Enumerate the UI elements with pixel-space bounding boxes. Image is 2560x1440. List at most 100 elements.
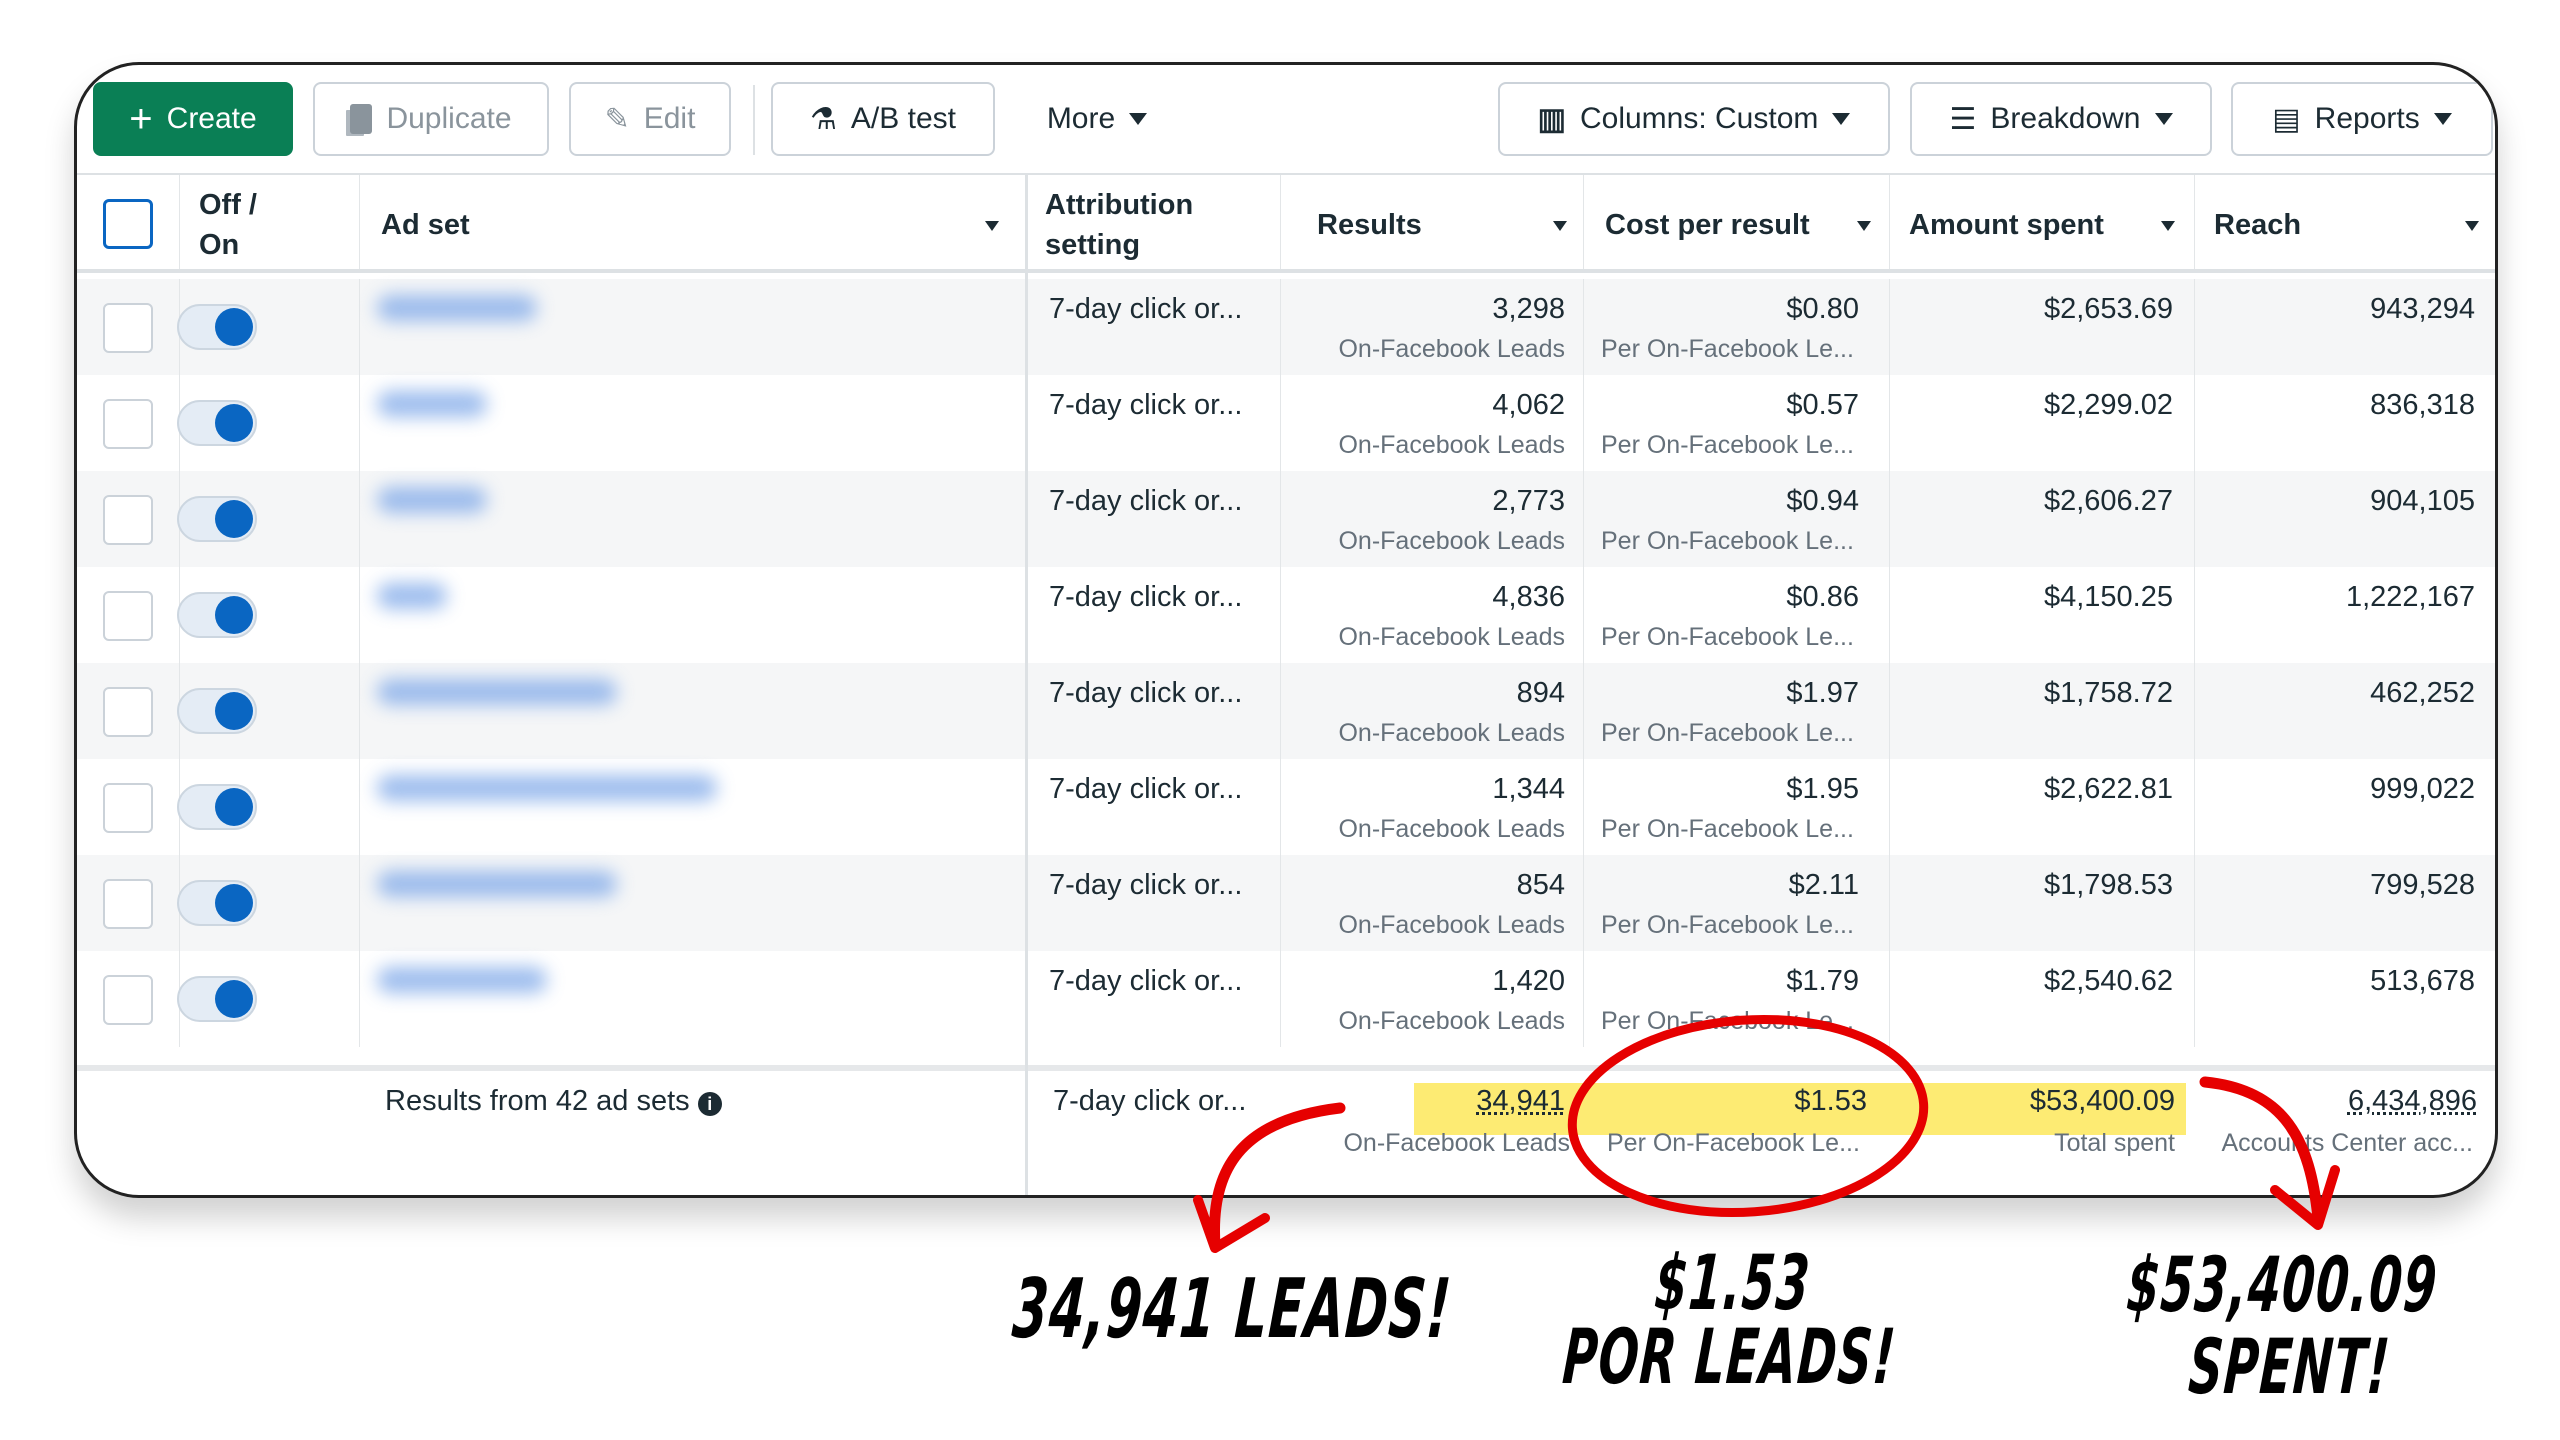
sort-caret-icon[interactable] [2161,221,2175,231]
row-toggle[interactable] [177,688,257,734]
select-all-checkbox[interactable] [103,199,153,249]
row-checkbox[interactable] [103,783,153,833]
amount-cell: $2,606.27 [2043,485,2173,517]
table-row[interactable]: 7-day click or... 4,062 On-Facebook Lead… [77,375,2495,471]
reach-cell: 836,318 [2370,389,2475,421]
row-toggle[interactable] [177,880,257,926]
amount-cell: $2,299.02 [2043,389,2173,421]
row-checkbox[interactable] [103,495,153,545]
edit-button[interactable]: ✎ Edit [569,82,731,156]
sort-caret-icon[interactable] [1553,221,1567,231]
columns-icon: ▥ [1537,102,1566,136]
table-row[interactable]: 7-day click or... 1,344 On-Facebook Lead… [77,759,2495,855]
attribution-cell: 7-day click or... [1049,485,1243,517]
row-toggle[interactable] [177,976,257,1022]
ad-set-name-blurred[interactable] [377,871,617,897]
amount-cell: $1,798.53 [2043,869,2173,901]
results-sub: On-Facebook Leads [1338,911,1565,939]
header-reach[interactable]: Reach [2214,205,2301,245]
totals-reach[interactable]: 6,434,896 [2348,1085,2477,1118]
ad-set-name-blurred[interactable] [377,583,447,609]
annotation-cost-per: POR LEADS! [1560,1312,1899,1401]
results-sub: On-Facebook Leads [1338,1007,1565,1035]
reports-dropdown[interactable]: ▤ Reports [2231,82,2493,156]
duplicate-button[interactable]: Duplicate [313,82,549,156]
table-row[interactable]: 7-day click or... 1,420 On-Facebook Lead… [77,951,2495,1047]
more-dropdown[interactable]: More [1027,82,1167,156]
totals-amount: $53,400.09 [2029,1085,2175,1117]
results-cell: 894 [1516,677,1565,709]
row-checkbox[interactable] [103,879,153,929]
amount-cell: $1,758.72 [2043,677,2173,709]
sort-caret-icon[interactable] [1857,221,1871,231]
ab-test-button[interactable]: ⚗ A/B test [771,82,995,156]
reach-cell: 799,528 [2370,869,2475,901]
table-row[interactable]: 7-day click or... 854 On-Facebook Leads … [77,855,2495,951]
ad-set-name-blurred[interactable] [377,775,717,801]
info-icon[interactable]: i [697,1092,722,1116]
row-checkbox[interactable] [103,399,153,449]
table-row[interactable]: 7-day click or... 4,836 On-Facebook Lead… [77,567,2495,663]
ad-set-name-blurred[interactable] [377,967,547,993]
breakdown-dropdown[interactable]: ☰ Breakdown [1910,82,2212,156]
header-off-on[interactable]: Off / On [199,185,257,265]
ads-manager-table-card: + Create Duplicate ✎ Edit ⚗ A/B test More ▥… [74,62,2498,1198]
toolbar-divider [753,85,755,155]
header-attribution[interactable]: Attribution setting [1045,185,1193,265]
header-results[interactable]: Results [1317,205,1422,245]
ad-set-name-blurred[interactable] [377,295,537,321]
cost-sub: Per On-Facebook Le... [1601,623,1854,651]
flask-icon: ⚗ [810,102,837,136]
header-cost-per-result[interactable]: Cost per result [1605,205,1810,245]
row-toggle[interactable] [177,784,257,830]
cost-sub: Per On-Facebook Le... [1601,719,1854,747]
results-cell: 4,836 [1492,581,1565,613]
caret-down-icon [2433,113,2452,125]
results-cell: 2,773 [1492,485,1565,517]
row-checkbox[interactable] [103,591,153,641]
pencil-icon: ✎ [604,102,630,136]
cost-sub: Per On-Facebook Le... [1601,1007,1854,1035]
totals-cost: $1.53 [1794,1085,1867,1117]
ad-set-name-blurred[interactable] [377,487,487,513]
row-checkbox[interactable] [103,975,153,1025]
annotation-spent: $53,400.09 [2124,1240,2441,1329]
row-toggle[interactable] [177,592,257,638]
row-checkbox[interactable] [103,303,153,353]
totals-attribution: 7-day click or... [1053,1085,1247,1117]
cost-sub: Per On-Facebook Le... [1601,335,1854,363]
cost-sub: Per On-Facebook Le... [1601,431,1854,459]
cost-sub: Per On-Facebook Le... [1601,527,1854,555]
attribution-cell: 7-day click or... [1049,581,1243,613]
reach-cell: 1,222,167 [2345,581,2475,613]
cost-sub: Per On-Facebook Le... [1601,815,1854,843]
cost-sub: Per On-Facebook Le... [1601,911,1854,939]
row-toggle[interactable] [177,496,257,542]
ad-set-name-blurred[interactable] [377,679,617,705]
table-row[interactable]: 7-day click or... 3,298 On-Facebook Lead… [77,279,2495,375]
sort-caret-icon[interactable] [985,221,999,231]
row-toggle[interactable] [177,400,257,446]
totals-row: Results from 42 ad sets i 7-day click or… [77,1065,2495,1195]
results-sub: On-Facebook Leads [1338,527,1565,555]
ad-set-name-blurred[interactable] [377,391,487,417]
header-amount-spent[interactable]: Amount spent [1909,205,2104,245]
columns-dropdown[interactable]: ▥ Columns: Custom [1498,82,1890,156]
reach-cell: 943,294 [2370,293,2475,325]
create-button[interactable]: + Create [93,82,293,156]
results-cell: 3,298 [1492,293,1565,325]
header-ad-set[interactable]: Ad set [381,205,470,245]
sort-caret-icon[interactable] [2465,221,2479,231]
table-header: Off / On Ad set Attribution setting Result… [77,173,2495,273]
row-toggle[interactable] [177,304,257,350]
annotation-leads: 34,941 LEADS! [1009,1262,1455,1357]
totals-label: Results from 42 ad sets i [385,1085,722,1118]
caret-down-icon [1832,113,1851,125]
totals-results[interactable]: 34,941 [1476,1085,1565,1118]
table-row[interactable]: 7-day click or... 2,773 On-Facebook Lead… [77,471,2495,567]
attribution-cell: 7-day click or... [1049,293,1243,325]
row-checkbox[interactable] [103,687,153,737]
cost-cell: $1.95 [1786,773,1859,805]
duplicate-icon [350,104,373,134]
table-row[interactable]: 7-day click or... 894 On-Facebook Leads … [77,663,2495,759]
